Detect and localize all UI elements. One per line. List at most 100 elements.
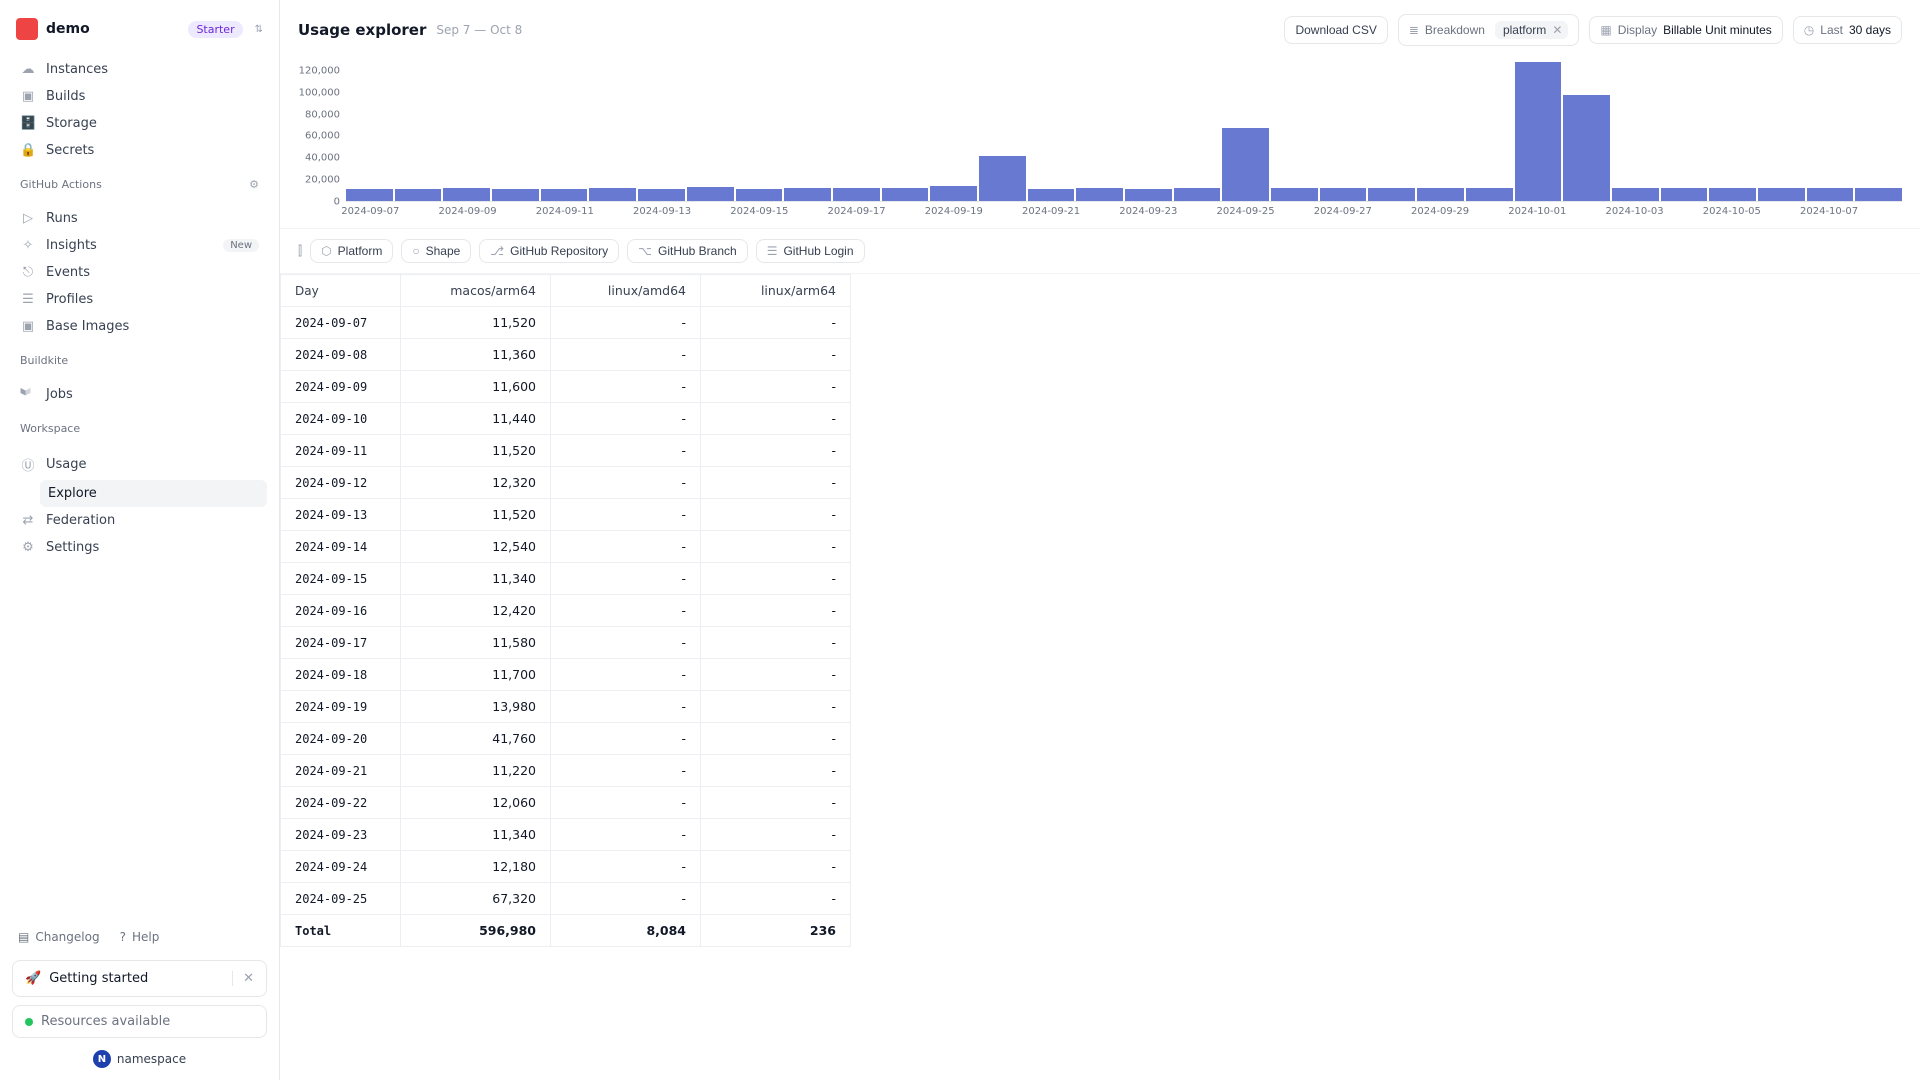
chart-bar[interactable] xyxy=(1125,189,1172,201)
col-linux-arm64[interactable]: linux/arm64 xyxy=(701,275,851,307)
filter-label: GitHub Login xyxy=(783,244,853,258)
sidebar-item-base-images[interactable]: ▣Base Images xyxy=(12,313,267,340)
filter-icon[interactable]: ⫿ xyxy=(298,244,302,259)
sidebar-subitem-explore[interactable]: Explore xyxy=(40,480,267,507)
sidebar-item-runs[interactable]: ▷Runs xyxy=(12,205,267,232)
table-row[interactable]: 2024-09-1212,320-- xyxy=(281,467,851,499)
chart-bar[interactable] xyxy=(930,186,977,201)
help-label: Help xyxy=(132,930,159,944)
filter-github-repository[interactable]: ⎇GitHub Repository xyxy=(479,239,619,263)
close-icon[interactable]: ✕ xyxy=(232,971,254,986)
table-row[interactable]: 2024-09-0911,600-- xyxy=(281,371,851,403)
chart-bar[interactable] xyxy=(1855,188,1902,201)
sidebar-item-jobs[interactable]: Jobs xyxy=(12,381,267,408)
chart-plot[interactable] xyxy=(346,60,1902,202)
table-row[interactable]: 2024-09-1011,440-- xyxy=(281,403,851,435)
getting-started-card[interactable]: 🚀 Getting started ✕ xyxy=(12,960,267,997)
sidebar-item-label: Usage xyxy=(46,457,87,472)
filter-platform[interactable]: ⬡Platform xyxy=(310,239,393,263)
table-row[interactable]: 2024-09-2041,760-- xyxy=(281,723,851,755)
col-day[interactable]: Day xyxy=(281,275,401,307)
sidebar-item-builds[interactable]: ▣Builds xyxy=(12,83,267,110)
chart-bar[interactable] xyxy=(589,188,636,201)
filter-bar: ⫿ ⬡Platform○Shape⎇GitHub Repository⌥GitH… xyxy=(280,228,1920,274)
workspace-logo xyxy=(16,18,38,40)
breakdown-button[interactable]: ≣ Breakdown platform ✕ xyxy=(1398,14,1580,46)
changelog-link[interactable]: ▤ Changelog xyxy=(12,926,106,948)
chart-bar[interactable] xyxy=(346,189,393,201)
filter-github-branch[interactable]: ⌥GitHub Branch xyxy=(627,239,748,263)
table-row[interactable]: 2024-09-1311,520-- xyxy=(281,499,851,531)
chart-bar[interactable] xyxy=(1320,188,1367,201)
sidebar-item-usage[interactable]: ⓊUsage xyxy=(12,449,267,480)
chart-bar[interactable] xyxy=(833,188,880,201)
table-row[interactable]: 2024-09-2212,060-- xyxy=(281,787,851,819)
usage-table-wrap[interactable]: Day macos/arm64 linux/amd64 linux/arm64 … xyxy=(280,274,1920,1080)
table-row[interactable]: 2024-09-2567,320-- xyxy=(281,883,851,915)
sidebar-item-profiles[interactable]: ☰Profiles xyxy=(12,286,267,313)
sidebar-item-instances[interactable]: ☁Instances xyxy=(12,56,267,83)
github-branch-icon: ⌥ xyxy=(638,244,652,258)
chip-remove-icon[interactable]: ✕ xyxy=(1552,23,1562,37)
chart-bar[interactable] xyxy=(1758,188,1805,201)
table-row[interactable]: 2024-09-1612,420-- xyxy=(281,595,851,627)
display-button[interactable]: ▦ Display Billable Unit minutes xyxy=(1589,16,1782,44)
chart-bar[interactable] xyxy=(1076,188,1123,201)
chart-bar[interactable] xyxy=(1466,188,1513,201)
table-row[interactable]: 2024-09-1111,520-- xyxy=(281,435,851,467)
chart-bar[interactable] xyxy=(1271,188,1318,201)
chart-bar[interactable] xyxy=(1563,95,1610,201)
chart-bar[interactable] xyxy=(1417,188,1464,201)
sidebar-item-storage[interactable]: 🗄️Storage xyxy=(12,110,267,137)
download-csv-button[interactable]: Download CSV xyxy=(1284,16,1387,44)
chart-bar[interactable] xyxy=(1612,188,1659,201)
cell-macos-arm64: 11,520 xyxy=(401,499,551,531)
total-arm64: 236 xyxy=(701,915,851,947)
gear-icon[interactable]: ⚙ xyxy=(249,178,259,191)
table-row[interactable]: 2024-09-1811,700-- xyxy=(281,659,851,691)
chart-bar[interactable] xyxy=(1661,188,1708,201)
chart-bar[interactable] xyxy=(784,188,831,201)
table-row[interactable]: 2024-09-2412,180-- xyxy=(281,851,851,883)
cell-linux-amd64: - xyxy=(551,467,701,499)
last-range-button[interactable]: ◷ Last 30 days xyxy=(1793,16,1902,44)
chart-bar[interactable] xyxy=(1174,188,1221,201)
resources-card[interactable]: Resources available xyxy=(12,1005,267,1038)
chart-bar[interactable] xyxy=(1368,188,1415,201)
chart-bar[interactable] xyxy=(1709,188,1756,201)
builds-icon: ▣ xyxy=(20,89,36,104)
chart-bar[interactable] xyxy=(687,187,734,201)
workspace-switcher[interactable]: demo Starter ⇅ xyxy=(12,12,267,46)
filter-shape[interactable]: ○Shape xyxy=(401,239,471,263)
chart-bar[interactable] xyxy=(979,156,1026,201)
help-link[interactable]: ? Help xyxy=(114,926,166,948)
chart-bar[interactable] xyxy=(443,188,490,201)
chart-bar[interactable] xyxy=(541,189,588,201)
chart-bar[interactable] xyxy=(1028,189,1075,201)
table-row[interactable]: 2024-09-1913,980-- xyxy=(281,691,851,723)
table-row[interactable]: 2024-09-1412,540-- xyxy=(281,531,851,563)
chart-bar[interactable] xyxy=(492,189,539,201)
sidebar-item-events[interactable]: ⎋Events xyxy=(12,259,267,286)
chart-bar[interactable] xyxy=(1807,188,1854,201)
sidebar-item-insights[interactable]: ✧InsightsNew xyxy=(12,232,267,259)
chart-bar[interactable] xyxy=(395,189,442,201)
table-row[interactable]: 2024-09-1711,580-- xyxy=(281,627,851,659)
chart-bar[interactable] xyxy=(1222,128,1269,201)
filter-github-login[interactable]: ☰GitHub Login xyxy=(756,239,865,263)
table-row[interactable]: 2024-09-0711,520-- xyxy=(281,307,851,339)
chart-bar[interactable] xyxy=(882,188,929,201)
table-row[interactable]: 2024-09-2111,220-- xyxy=(281,755,851,787)
brand-footer[interactable]: N namespace xyxy=(12,1050,267,1068)
chart-bar[interactable] xyxy=(736,189,783,201)
table-row[interactable]: 2024-09-1511,340-- xyxy=(281,563,851,595)
col-macos-arm64[interactable]: macos/arm64 xyxy=(401,275,551,307)
chart-bar[interactable] xyxy=(1515,62,1562,201)
sidebar-item-settings[interactable]: ⚙Settings xyxy=(12,534,267,561)
chart-bar[interactable] xyxy=(638,189,685,201)
col-linux-amd64[interactable]: linux/amd64 xyxy=(551,275,701,307)
sidebar-item-federation[interactable]: ⇄Federation xyxy=(12,507,267,534)
table-row[interactable]: 2024-09-0811,360-- xyxy=(281,339,851,371)
sidebar-item-secrets[interactable]: 🔒Secrets xyxy=(12,137,267,164)
table-row[interactable]: 2024-09-2311,340-- xyxy=(281,819,851,851)
